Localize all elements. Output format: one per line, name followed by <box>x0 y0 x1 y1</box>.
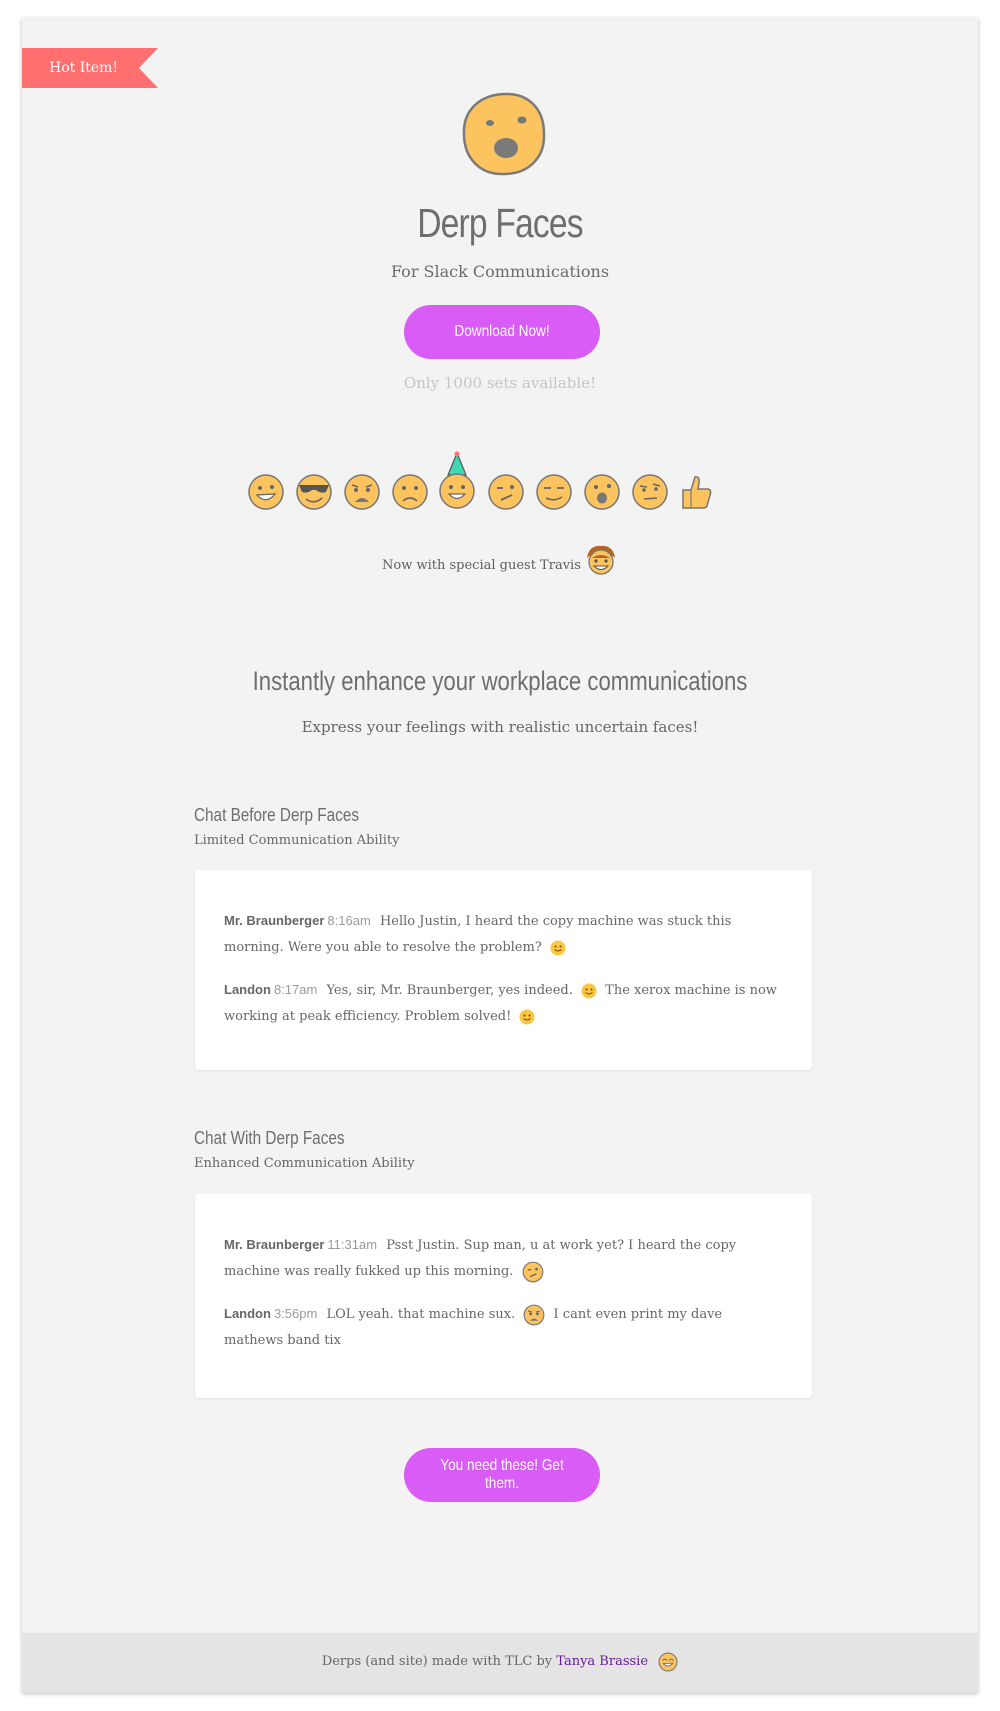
chat-message: Landon 8:17am Yes, sir, Mr. Braunberger, … <box>224 977 784 1030</box>
footer-text: Derps (and site) made with TLC by <box>321 1654 553 1669</box>
message-author: Mr. Braunberger <box>224 913 325 928</box>
message-time: 3:56pm <box>273 1306 318 1321</box>
grin-face-icon <box>248 474 284 510</box>
page-card: Hot Item! Derp Faces For Slack Communica… <box>22 18 978 1693</box>
surprised-face-icon <box>462 92 546 176</box>
skeptical-face-icon <box>632 474 668 510</box>
surprised-face-icon <box>584 474 620 510</box>
section-heading: Instantly enhance your workplace communi… <box>252 666 748 696</box>
chat-after-title: Chat With Derp Faces <box>194 1128 345 1148</box>
chat-before-subtitle: Limited Communication Ability <box>194 833 400 848</box>
hot-item-ribbon: Hot Item! <box>22 48 158 88</box>
chat-after-subtitle: Enhanced Communication Ability <box>194 1156 415 1171</box>
guest-note: Now with special guest Travis <box>382 545 615 575</box>
thumbs-up-icon <box>682 476 712 509</box>
message-author: Mr. Braunberger <box>224 1237 325 1252</box>
ribbon-label: Hot Item! <box>49 60 119 76</box>
smirk-face-icon <box>536 474 572 510</box>
message-time: 11:31am <box>327 1237 378 1252</box>
worried-face-icon <box>523 1304 545 1325</box>
footer: Derps (and site) made with TLC by Tanya … <box>22 1633 978 1693</box>
guest-text: Now with special guest Travis <box>382 558 581 573</box>
author-link[interactable]: Tanya Brassie <box>556 1654 648 1669</box>
party-hat-face-icon <box>439 451 475 509</box>
chat-message: Mr. Braunberger 8:16am Hello Justin, I he… <box>224 908 784 961</box>
get-them-button[interactable]: You need these! Get them. <box>404 1448 600 1502</box>
page-title: Derp Faces <box>417 200 583 246</box>
worried-face-icon <box>344 474 380 510</box>
message-time: 8:17am <box>273 982 318 997</box>
smile-emoji-icon <box>550 940 566 955</box>
wink-face-icon <box>488 474 524 510</box>
frown-face-icon <box>392 474 428 510</box>
page-subtitle: For Slack Communications <box>390 262 610 281</box>
chat-message: Mr. Braunberger 11:31am Psst Justin. Sup … <box>224 1232 784 1285</box>
smile-emoji-icon <box>519 1009 535 1024</box>
message-author: Landon <box>224 982 271 997</box>
message-text: LOL yeah. that machine sux. <box>326 1307 516 1322</box>
message-author: Landon <box>224 1306 271 1321</box>
chat-message: Landon 3:56pm LOL yeah. that machine sux.… <box>224 1301 784 1354</box>
travis-face-icon <box>587 545 615 575</box>
download-button-label: Download Now! <box>454 323 550 340</box>
get-them-button-label: You need these! Get them. <box>440 1457 564 1492</box>
message-time: 8:16am <box>327 913 371 928</box>
wink-face-icon <box>522 1261 543 1282</box>
message-text: Yes, sir, Mr. Braunberger, yes indeed. <box>326 983 573 998</box>
sunglasses-face-icon <box>296 474 332 510</box>
smile-face-icon <box>658 1652 678 1671</box>
chat-before-panel: Mr. Braunberger 8:16am Hello Justin, I he… <box>195 870 812 1070</box>
section-subheading: Express your feelings with realistic unc… <box>301 718 699 736</box>
emoji-showcase <box>247 451 787 529</box>
availability-note: Only 1000 sets available! <box>403 374 597 392</box>
chat-after-panel: Mr. Braunberger 11:31am Psst Justin. Sup … <box>195 1194 812 1398</box>
download-button[interactable]: Download Now! <box>404 305 600 359</box>
smile-emoji-icon <box>581 983 597 998</box>
chat-before-title: Chat Before Derp Faces <box>194 805 359 825</box>
